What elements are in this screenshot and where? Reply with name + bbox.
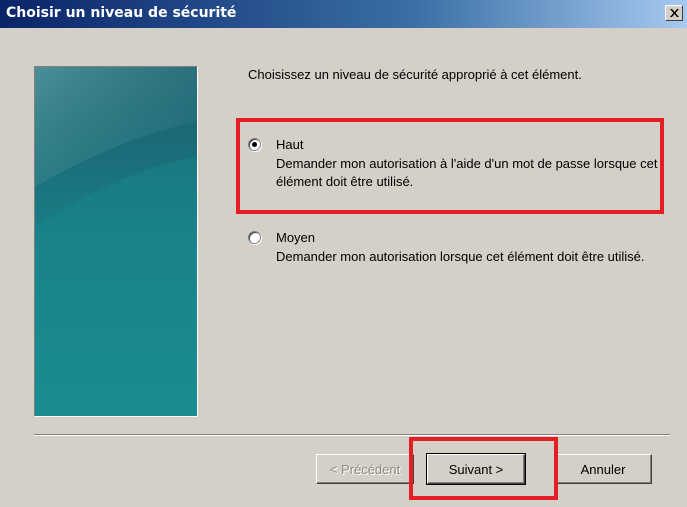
close-icon	[669, 9, 679, 17]
cancel-button[interactable]: Annuler	[554, 454, 652, 484]
option-medium-description: Demander mon autorisation lorsque cet él…	[276, 249, 645, 264]
window-title: Choisir un niveau de sécurité	[6, 5, 237, 21]
highlight-box-high	[236, 118, 664, 214]
highlight-box-next	[409, 437, 558, 500]
option-medium-label: Moyen	[276, 230, 316, 245]
title-bar: Choisir un niveau de sécurité	[0, 0, 687, 28]
back-button[interactable]: < Précédent	[316, 454, 414, 484]
wizard-side-image	[34, 66, 198, 417]
button-separator	[34, 434, 670, 436]
security-prompt: Choisissez un niveau de sécurité appropr…	[248, 67, 582, 82]
radio-medium[interactable]	[248, 231, 261, 244]
close-button[interactable]	[665, 5, 683, 21]
